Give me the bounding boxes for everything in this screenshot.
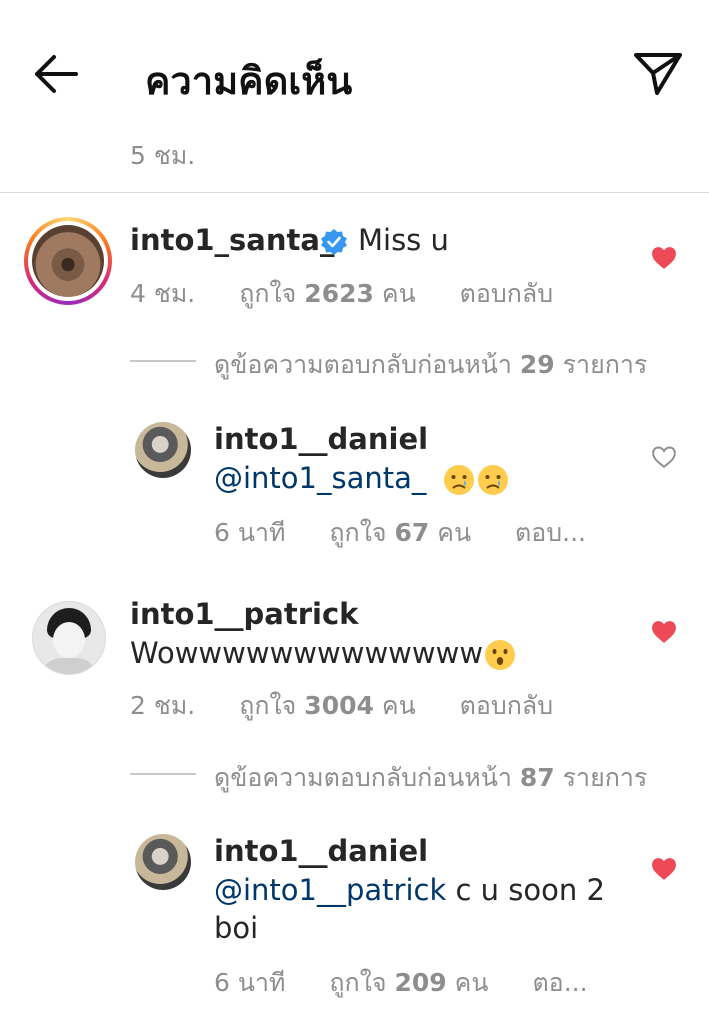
- like-button[interactable]: [651, 246, 677, 274]
- like-button[interactable]: [651, 445, 677, 473]
- like-button[interactable]: [651, 620, 677, 648]
- heart-filled-icon: [652, 247, 676, 269]
- comment-username[interactable]: into1__patrick: [130, 597, 358, 631]
- likes-count[interactable]: ถูกใจ 67 คน: [329, 518, 471, 547]
- reply-button[interactable]: ตอบ...: [515, 518, 586, 547]
- comment-username[interactable]: into1_santa_: [130, 223, 334, 257]
- comment-time: 6 นาที: [214, 518, 286, 547]
- verified-badge-icon: [320, 228, 348, 256]
- view-previous-replies-button[interactable]: ดูข้อความตอบกลับก่อนหน้า 29 รายการ: [214, 345, 647, 385]
- comment-text: Miss u: [358, 223, 449, 257]
- likes-count[interactable]: ถูกใจ 209 คน: [329, 968, 488, 997]
- comment-meta: 6 นาที ถูกใจ 67 คน ตอบ...: [214, 513, 586, 553]
- avatar-story-ring[interactable]: [24, 217, 112, 305]
- page-title: ความคิดเห็น: [145, 59, 353, 103]
- reply-button[interactable]: ตอ...: [532, 968, 587, 997]
- crying-face-emoji: [443, 465, 474, 495]
- heart-filled-icon: [652, 858, 676, 880]
- comment-time: 6 นาที: [214, 968, 286, 997]
- paper-plane-icon: [634, 53, 682, 95]
- back-button[interactable]: [28, 48, 84, 100]
- comment-meta: 6 นาที ถูกใจ 209 คน ตอ...: [214, 963, 588, 1003]
- reply-button[interactable]: ตอบกลับ: [460, 279, 553, 308]
- comment-meta: 2 ชม. ถูกใจ 3004 คน ตอบกลับ: [130, 686, 553, 726]
- heart-outline-icon: [652, 446, 676, 468]
- comment-meta: 4 ชม. ถูกใจ 2623 คน ตอบกลับ: [130, 274, 553, 314]
- avatar[interactable]: [135, 834, 191, 890]
- avatar: [32, 225, 104, 297]
- like-button[interactable]: [651, 857, 677, 885]
- arrow-left-icon: [35, 55, 78, 93]
- comment-username[interactable]: into1__daniel: [214, 834, 428, 868]
- reply-button[interactable]: ตอบกลับ: [460, 691, 553, 720]
- hushed-face-emoji: [485, 640, 516, 670]
- comment-time: 2 ชม.: [130, 691, 196, 720]
- likes-count[interactable]: ถูกใจ 2623 คน: [239, 279, 415, 308]
- comment-username[interactable]: into1__daniel: [214, 422, 428, 456]
- comment-text: @into1__patrick c u soon 2: [214, 873, 605, 907]
- mention-link[interactable]: @into1__patrick: [214, 873, 446, 907]
- comment-time: 4 ชม.: [130, 279, 196, 308]
- comment-text-line2: boi: [214, 911, 259, 945]
- mention-link[interactable]: @into1_santa_: [214, 461, 426, 495]
- view-previous-replies-button[interactable]: ดูข้อความตอบกลับก่อนหน้า 87 รายการ: [214, 758, 647, 798]
- crying-face-emoji: [477, 465, 508, 495]
- likes-count[interactable]: ถูกใจ 3004 คน: [239, 691, 415, 720]
- avatar[interactable]: [135, 422, 191, 478]
- view-replies-line: [130, 773, 196, 775]
- share-button[interactable]: [630, 48, 686, 98]
- divider: [0, 192, 709, 193]
- view-replies-line: [130, 360, 196, 362]
- caption-time: 5 ชม.: [130, 141, 196, 170]
- comment-text: Wowwwwwwwwwwwww: [130, 636, 517, 672]
- avatar[interactable]: [32, 601, 106, 675]
- heart-filled-icon: [652, 621, 676, 643]
- comment-text: @into1_santa_: [214, 461, 510, 497]
